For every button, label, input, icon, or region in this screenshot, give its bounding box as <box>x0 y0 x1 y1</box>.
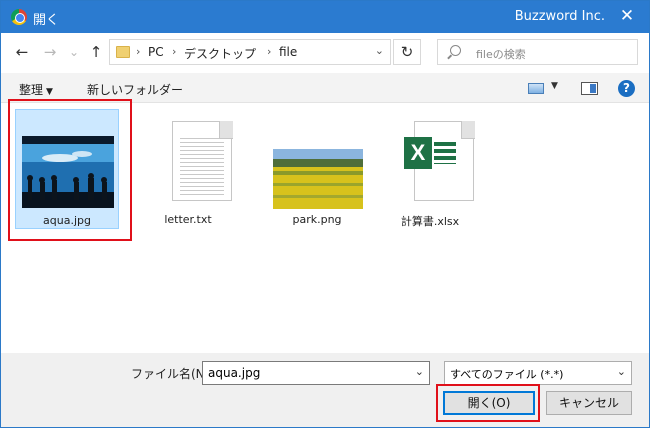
organize-label: 整理 <box>19 83 44 97</box>
chrome-icon <box>11 9 27 25</box>
title-bar: 開く Buzzword Inc. ✕ <box>1 1 649 33</box>
filename-value: aqua.jpg <box>208 366 261 380</box>
dialog-footer: ファイル名(N): aqua.jpg ⌄ すべてのファイル (*.*) ⌄ 開く… <box>1 353 649 427</box>
file-type-value: すべてのファイル (*.*) <box>450 368 564 381</box>
open-button[interactable]: 開く(O) <box>443 391 535 415</box>
chevron-down-icon: ⌄ <box>616 365 626 378</box>
file-list: aqua.jpg letter.txt park.png X 計算書.xlsx <box>1 103 649 353</box>
preview-pane-icon[interactable] <box>581 82 598 95</box>
forward-icon[interactable]: → <box>41 41 59 63</box>
excel-badge: X <box>404 137 432 169</box>
change-view-icon[interactable] <box>528 83 544 94</box>
new-folder-button[interactable]: 新しいフォルダー <box>87 81 183 98</box>
brand-label: Buzzword Inc. <box>514 9 605 24</box>
window-title: 開く <box>33 13 60 28</box>
chevron-down-icon[interactable]: ⌄ <box>415 365 424 378</box>
search-icon <box>450 45 461 56</box>
file-name: 計算書.xlsx <box>400 215 460 228</box>
back-icon[interactable]: ← <box>13 41 31 63</box>
search-box[interactable]: fileの検索 <box>437 39 638 65</box>
navigation-bar: ← → ⌄ ↑ › PC › デスクトップ › file ⌄ ↻ fileの検索 <box>1 33 649 71</box>
breadcrumb-separator-icon: › <box>267 45 272 58</box>
folder-icon <box>116 46 130 58</box>
view-dropdown-icon[interactable]: ▼ <box>551 81 558 91</box>
file-item-keisansho[interactable]: X 計算書.xlsx <box>378 109 482 229</box>
file-type-select[interactable]: すべてのファイル (*.*) ⌄ <box>444 361 632 385</box>
search-placeholder: fileの検索 <box>476 48 526 61</box>
breadcrumb-pc[interactable]: PC <box>148 45 164 59</box>
filename-input[interactable]: aqua.jpg ⌄ <box>202 361 430 385</box>
refresh-icon[interactable]: ↻ <box>393 39 421 65</box>
chevron-down-icon: ▼ <box>46 87 53 97</box>
file-item-letter[interactable]: letter.txt <box>136 109 240 229</box>
up-icon[interactable]: ↑ <box>87 41 105 63</box>
file-name: park.png <box>292 213 342 226</box>
recent-locations-icon[interactable]: ⌄ <box>65 41 83 63</box>
cancel-button[interactable]: キャンセル <box>546 391 632 415</box>
command-bar: 整理 ▼ 新しいフォルダー ▼ ? <box>1 73 649 103</box>
breadcrumb-desktop[interactable]: デスクトップ <box>184 45 256 62</box>
address-bar[interactable]: › PC › デスクトップ › file ⌄ <box>109 39 391 65</box>
help-icon[interactable]: ? <box>618 80 635 97</box>
park-thumbnail <box>273 149 363 209</box>
organize-button[interactable]: 整理 ▼ <box>19 81 53 98</box>
breadcrumb-separator-icon: › <box>136 45 141 58</box>
breadcrumb-separator-icon: › <box>172 45 177 58</box>
aquarium-thumbnail <box>22 136 114 208</box>
open-file-dialog: 開く Buzzword Inc. ✕ ← → ⌄ ↑ › PC › デスクトップ… <box>0 0 650 428</box>
close-icon[interactable]: ✕ <box>613 5 641 29</box>
file-name: aqua.jpg <box>43 214 91 227</box>
file-item-aqua[interactable]: aqua.jpg <box>15 109 119 229</box>
breadcrumb-file[interactable]: file <box>279 45 297 59</box>
address-dropdown-icon[interactable]: ⌄ <box>375 44 384 57</box>
file-item-park[interactable]: park.png <box>265 109 369 229</box>
file-name: letter.txt <box>164 213 212 226</box>
